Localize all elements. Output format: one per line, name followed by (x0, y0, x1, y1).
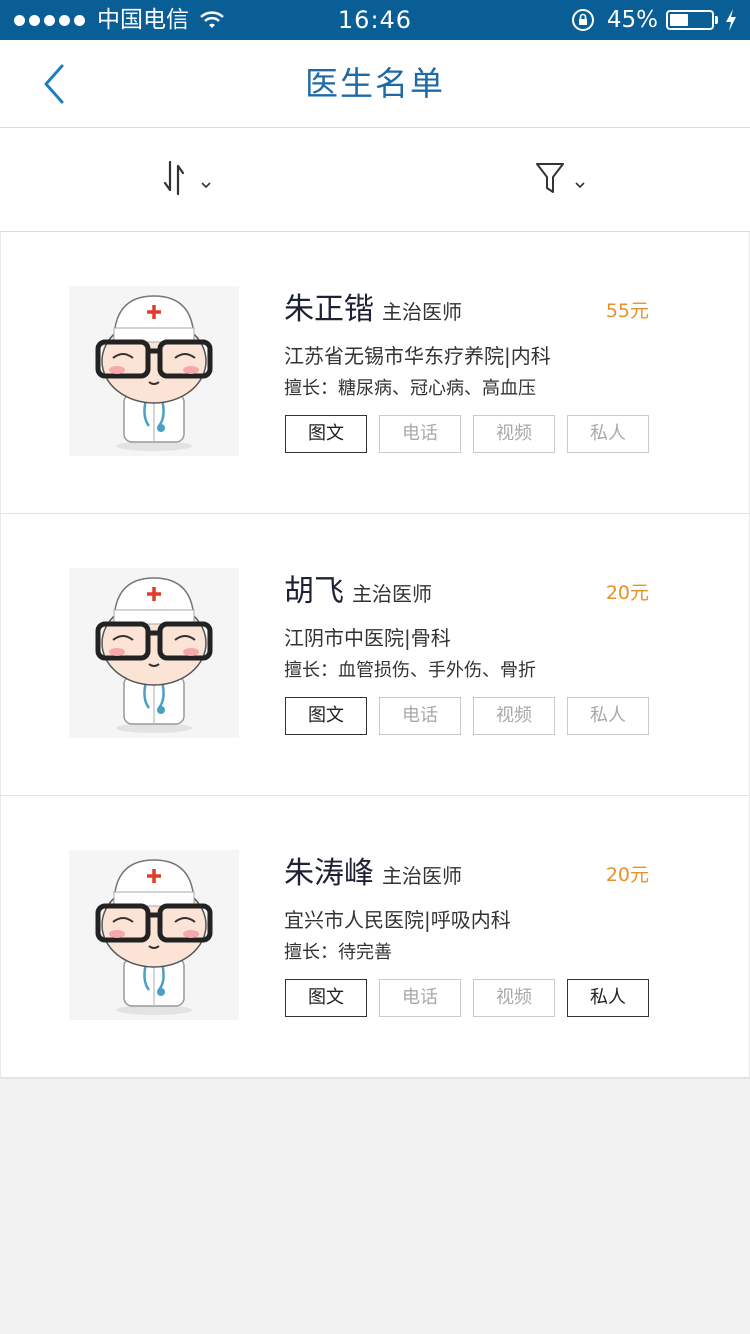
filter-bar (0, 128, 750, 232)
service-buttons: 图文 电话 视频 私人 (285, 697, 649, 735)
service-phone-button[interactable]: 电话 (379, 415, 461, 453)
service-video-button[interactable]: 视频 (473, 697, 555, 735)
battery-icon (666, 10, 714, 30)
doctor-name-row: 朱正锴 主治医师 (284, 284, 462, 328)
service-private-button[interactable]: 私人 (567, 415, 649, 453)
doctor-title: 主治医师 (382, 864, 462, 888)
doctor-cartoon-icon (95, 295, 213, 451)
doctor-name: 胡飞 (284, 574, 344, 609)
service-private-button[interactable]: 私人 (567, 697, 649, 735)
doctor-price: 55元 (605, 300, 649, 322)
doctor-hospital: 江苏省无锡市华东疗养院|内科 (284, 344, 551, 368)
doctor-avatar (69, 568, 239, 738)
doctor-price: 20元 (605, 864, 649, 886)
doctor-name: 朱正锴 (284, 292, 374, 327)
service-text-button[interactable]: 图文 (285, 697, 367, 735)
doctor-name-row: 朱涛峰 主治医师 (284, 848, 462, 892)
doctor-name: 朱涛峰 (284, 856, 374, 891)
doctor-specialty: 擅长：待完善 (284, 942, 392, 963)
service-text-button[interactable]: 图文 (285, 979, 367, 1017)
doctor-name-row: 胡飞 主治医师 (284, 566, 432, 610)
doctor-avatar (69, 850, 239, 1020)
doctor-cartoon-icon (95, 577, 213, 733)
status-bar: 中国电信 16:46 45% (0, 0, 750, 40)
service-buttons: 图文 电话 视频 私人 (285, 979, 649, 1017)
battery-percent: 45% (606, 7, 658, 33)
doctor-hospital: 江阴市中医院|骨科 (284, 626, 451, 650)
doctor-hospital: 宜兴市人民医院|呼吸内科 (284, 908, 511, 932)
doctor-price: 20元 (605, 582, 649, 604)
doctor-card[interactable]: 朱正锴 主治医师 55元 江苏省无锡市华东疗养院|内科 擅长：糖尿病、冠心病、高血… (0, 232, 750, 515)
doctor-specialty: 擅长：糖尿病、冠心病、高血压 (284, 378, 536, 399)
service-private-button[interactable]: 私人 (567, 979, 649, 1017)
rotation-lock-icon (571, 9, 594, 31)
service-video-button[interactable]: 视频 (473, 415, 555, 453)
charging-icon (726, 9, 736, 31)
service-video-button[interactable]: 视频 (473, 979, 555, 1017)
status-right: 45% (571, 0, 738, 40)
doctor-title: 主治医师 (382, 300, 462, 324)
sort-button[interactable] (160, 158, 220, 198)
chevron-down-icon (201, 182, 211, 189)
chevron-down-icon (575, 182, 585, 189)
page-title: 医生名单 (305, 64, 445, 103)
service-text-button[interactable]: 图文 (285, 415, 367, 453)
doctor-avatar (69, 286, 239, 456)
service-phone-button[interactable]: 电话 (379, 979, 461, 1017)
filter-button[interactable] (534, 158, 594, 198)
sort-icon (163, 160, 185, 196)
doctor-specialty: 擅长：血管损伤、手外伤、骨折 (284, 660, 536, 681)
doctor-title: 主治医师 (352, 582, 432, 606)
doctor-card[interactable]: 朱涛峰 主治医师 20元 宜兴市人民医院|呼吸内科 擅长：待完善 图文 电话 视频… (0, 796, 750, 1079)
battery-tip (715, 16, 718, 24)
service-buttons: 图文 电话 视频 私人 (285, 415, 649, 453)
funnel-icon (536, 163, 564, 193)
service-phone-button[interactable]: 电话 (379, 697, 461, 735)
nav-bar: 医生名单 (0, 40, 750, 128)
doctor-card[interactable]: 胡飞 主治医师 20元 江阴市中医院|骨科 擅长：血管损伤、手外伤、骨折 图文 电… (0, 514, 750, 797)
doctor-cartoon-icon (95, 859, 213, 1015)
